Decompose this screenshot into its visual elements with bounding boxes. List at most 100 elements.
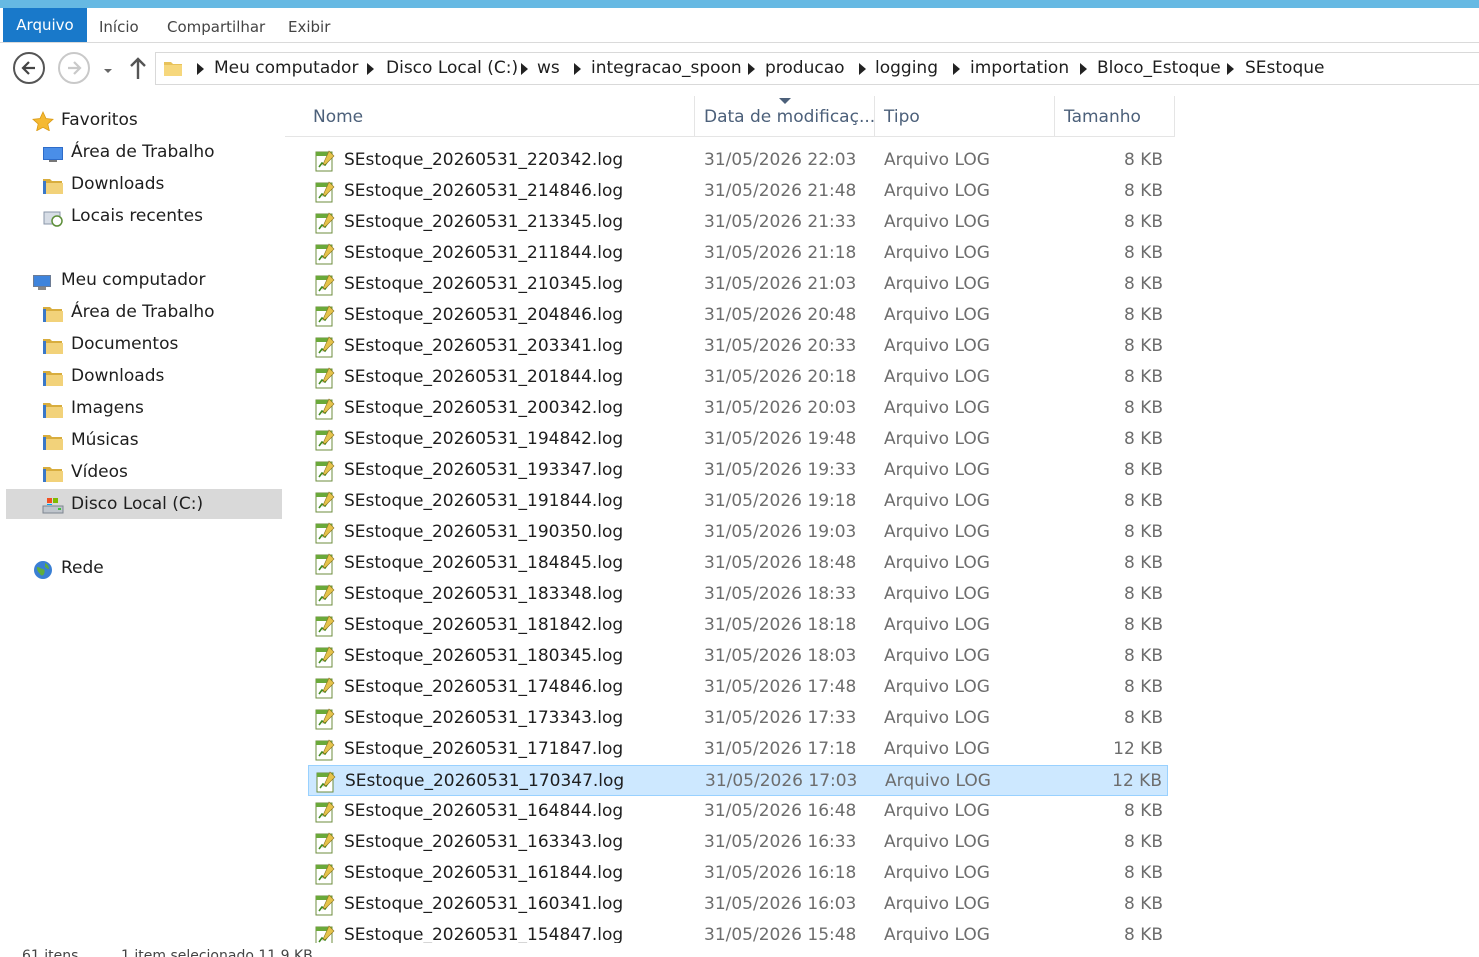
folder-icon	[164, 62, 182, 76]
breadcrumb-item[interactable]: SEstoque	[1245, 58, 1324, 78]
tab-compartilhar[interactable]: Compartilhar	[167, 8, 265, 42]
tab-exibir[interactable]: Exibir	[288, 8, 330, 42]
log-file-icon	[315, 925, 335, 943]
file-size: 8 KB	[1123, 801, 1163, 821]
breadcrumb-separator-icon[interactable]	[1080, 63, 1087, 75]
file-row[interactable]: SEstoque_20260531_164844.log 31/05/2026 1…	[308, 796, 1168, 827]
breadcrumb-separator-icon[interactable]	[953, 63, 960, 75]
file-row[interactable]: SEstoque_20260531_193347.log 31/05/2026 1…	[308, 455, 1168, 486]
nav-locais-recentes[interactable]: Locais recentes	[42, 201, 280, 231]
file-date: 31/05/2026 19:18	[704, 491, 857, 511]
file-size: 8 KB	[1123, 863, 1163, 883]
file-row[interactable]: SEstoque_20260531_203341.log 31/05/2026 2…	[308, 331, 1168, 362]
log-file-icon	[315, 398, 335, 420]
file-row[interactable]: SEstoque_20260531_160341.log 31/05/2026 1…	[308, 889, 1168, 920]
file-row[interactable]: SEstoque_20260531_213345.log 31/05/2026 2…	[308, 207, 1168, 238]
file-row[interactable]: SEstoque_20260531_180345.log 31/05/2026 1…	[308, 641, 1168, 672]
file-row[interactable]: SEstoque_20260531_184845.log 31/05/2026 1…	[308, 548, 1168, 579]
nav-label: Disco Local (C:)	[71, 494, 204, 514]
breadcrumb-separator-icon[interactable]	[574, 63, 581, 75]
file-type: Arquivo LOG	[884, 274, 990, 294]
nav-downloads[interactable]: Downloads	[42, 169, 280, 199]
file-row[interactable]: SEstoque_20260531_173343.log 31/05/2026 1…	[308, 703, 1168, 734]
file-type: Arquivo LOG	[884, 429, 990, 449]
breadcrumb-item[interactable]: producao	[765, 58, 845, 78]
nav-label: Área de Trabalho	[71, 142, 215, 162]
tab-inicio[interactable]: Início	[99, 8, 139, 42]
nav-meu-computador[interactable]: Meu computador	[32, 265, 280, 295]
forward-button[interactable]	[58, 52, 90, 84]
column-date[interactable]: Data de modificaç...	[695, 96, 875, 136]
nav-pc-downloads[interactable]: Downloads	[42, 361, 280, 391]
nav-documentos[interactable]: Documentos	[42, 329, 280, 359]
breadcrumb-separator-icon[interactable]	[859, 63, 866, 75]
tab-arquivo[interactable]: Arquivo	[3, 8, 87, 42]
breadcrumb-item[interactable]: logging	[875, 58, 938, 78]
globe-icon	[32, 559, 54, 579]
file-row[interactable]: SEstoque_20260531_210345.log 31/05/2026 2…	[308, 269, 1168, 300]
nav-favoritos[interactable]: Favoritos	[32, 105, 280, 135]
file-row[interactable]: SEstoque_20260531_154847.log 31/05/2026 1…	[308, 920, 1168, 943]
file-row[interactable]: SEstoque_20260531_174846.log 31/05/2026 1…	[308, 672, 1168, 703]
file-row[interactable]: SEstoque_20260531_214846.log 31/05/2026 2…	[308, 176, 1168, 207]
file-type: Arquivo LOG	[884, 894, 990, 914]
breadcrumb-item[interactable]: importation	[970, 58, 1069, 78]
nav-rede[interactable]: Rede	[32, 553, 280, 583]
file-row[interactable]: SEstoque_20260531_183348.log 31/05/2026 1…	[308, 579, 1168, 610]
file-row[interactable]: SEstoque_20260531_204846.log 31/05/2026 2…	[308, 300, 1168, 331]
file-row[interactable]: SEstoque_20260531_194842.log 31/05/2026 1…	[308, 424, 1168, 455]
file-row[interactable]: SEstoque_20260531_190350.log 31/05/2026 1…	[308, 517, 1168, 548]
up-button[interactable]	[128, 55, 148, 81]
breadcrumb-item[interactable]: Bloco_Estoque	[1097, 58, 1221, 78]
breadcrumb-item[interactable]: Disco Local (C:)	[386, 58, 518, 78]
column-name[interactable]: Nome	[304, 96, 695, 136]
file-date: 31/05/2026 19:33	[704, 460, 857, 480]
nav-videos[interactable]: Vídeos	[42, 457, 280, 487]
file-row[interactable]: SEstoque_20260531_220342.log 31/05/2026 2…	[308, 145, 1168, 176]
file-date: 31/05/2026 21:48	[704, 181, 857, 201]
nav-disco-local[interactable]: Disco Local (C:)	[6, 489, 282, 519]
breadcrumb-item[interactable]: ws	[537, 58, 560, 78]
nav-area-de-trabalho[interactable]: Área de Trabalho	[42, 137, 280, 167]
file-date: 31/05/2026 18:18	[704, 615, 857, 635]
file-name: SEstoque_20260531_190350.log	[344, 522, 624, 542]
column-type[interactable]: Tipo	[875, 96, 1055, 136]
breadcrumb-separator-icon[interactable]	[521, 63, 528, 75]
file-row[interactable]: SEstoque_20260531_170347.log 31/05/2026 1…	[308, 765, 1168, 796]
selection-info: 1 item selecionado 11,9 KB	[121, 948, 313, 957]
file-row[interactable]: SEstoque_20260531_191844.log 31/05/2026 1…	[308, 486, 1168, 517]
file-row[interactable]: SEstoque_20260531_163343.log 31/05/2026 1…	[308, 827, 1168, 858]
breadcrumb-item[interactable]: Meu computador	[214, 58, 358, 78]
file-row[interactable]: SEstoque_20260531_201844.log 31/05/2026 2…	[308, 362, 1168, 393]
nav-musicas[interactable]: Músicas	[42, 425, 280, 455]
breadcrumb-separator-icon[interactable]	[1227, 63, 1234, 75]
file-name: SEstoque_20260531_170347.log	[345, 771, 625, 791]
file-row[interactable]: SEstoque_20260531_211844.log 31/05/2026 2…	[308, 238, 1168, 269]
log-file-icon	[315, 584, 335, 606]
breadcrumb-separator-icon[interactable]	[197, 63, 204, 75]
breadcrumb-item[interactable]: integracao_spoon	[591, 58, 742, 78]
breadcrumb-separator-icon[interactable]	[748, 63, 755, 75]
recent-places-icon	[42, 207, 64, 227]
path-breadcrumb[interactable]: Meu computador Disco Local (C:) ws integrac…	[155, 52, 1479, 85]
nav-label: Favoritos	[61, 110, 138, 130]
file-type: Arquivo LOG	[884, 305, 990, 325]
recent-locations-dropdown[interactable]	[102, 62, 114, 74]
file-row[interactable]: SEstoque_20260531_161844.log 31/05/2026 1…	[308, 858, 1168, 889]
nav-imagens[interactable]: Imagens	[42, 393, 280, 423]
column-size[interactable]: Tamanho	[1055, 96, 1175, 136]
nav-label: Área de Trabalho	[71, 302, 215, 322]
nav-pc-area-de-trabalho[interactable]: Área de Trabalho	[42, 297, 280, 327]
file-type: Arquivo LOG	[884, 677, 990, 697]
log-file-icon	[316, 771, 336, 793]
file-size: 8 KB	[1123, 460, 1163, 480]
file-type: Arquivo LOG	[884, 491, 990, 511]
file-row[interactable]: SEstoque_20260531_200342.log 31/05/2026 2…	[308, 393, 1168, 424]
folder-icon	[42, 399, 64, 418]
file-size: 8 KB	[1123, 243, 1163, 263]
file-row[interactable]: SEstoque_20260531_171847.log 31/05/2026 1…	[308, 734, 1168, 765]
file-row[interactable]: SEstoque_20260531_181842.log 31/05/2026 1…	[308, 610, 1168, 641]
file-date: 31/05/2026 18:48	[704, 553, 857, 573]
breadcrumb-separator-icon[interactable]	[367, 63, 374, 75]
back-button[interactable]	[13, 52, 45, 84]
